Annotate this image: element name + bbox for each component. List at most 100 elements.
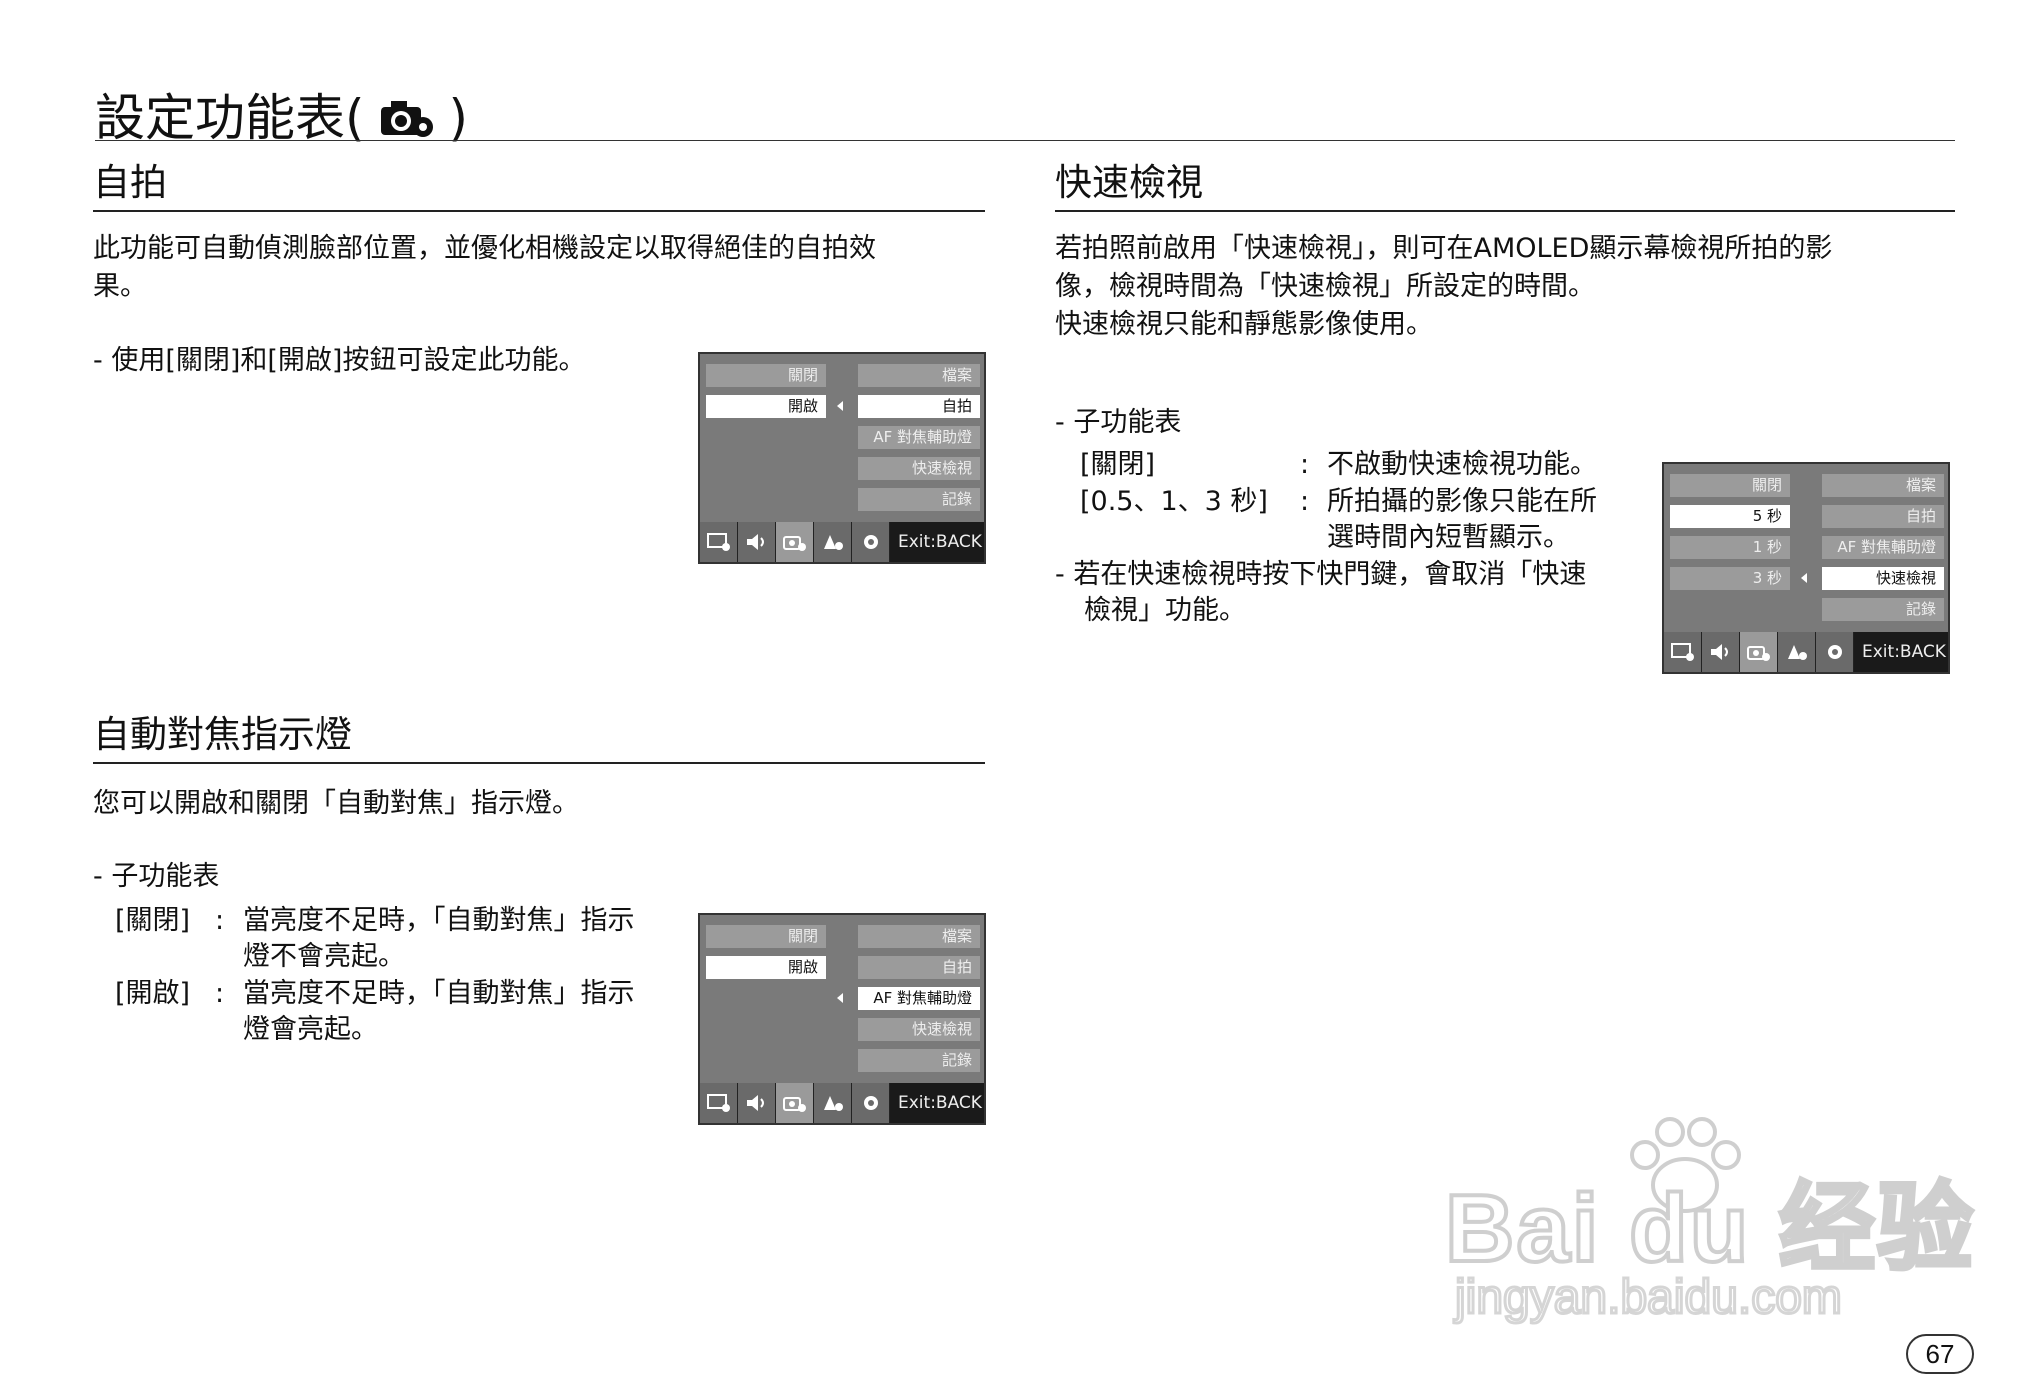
qv-item-off-line1: 不啟動快速檢視功能。 xyxy=(1327,449,1597,480)
exit-back-label[interactable]: Exit:BACK xyxy=(1862,632,1946,672)
tab-camera-settings[interactable] xyxy=(776,522,814,562)
menu-tab-bar: Exit:BACK xyxy=(700,522,984,562)
tab-sound[interactable] xyxy=(738,1083,776,1123)
menu-quick-view[interactable]: 快速檢視 xyxy=(858,1018,980,1041)
tab-scene[interactable] xyxy=(814,1083,852,1123)
tab-setup[interactable] xyxy=(852,1083,890,1123)
af-item-off-colon: : xyxy=(215,905,225,936)
page-number: 67 xyxy=(1906,1334,1974,1374)
selfie-desc-line2: 果。 xyxy=(93,271,147,302)
af-lamp-rule xyxy=(93,762,985,764)
af-lamp-submenu-label: - 子功能表 xyxy=(93,861,220,892)
qv-item-time-line1: 所拍攝的影像只能在所 xyxy=(1327,486,1597,517)
display-icon xyxy=(707,533,730,551)
menu-selfie[interactable]: 自拍 xyxy=(858,395,980,418)
selection-arrow-icon xyxy=(837,401,843,411)
watermark-brand: Bai du 经验 xyxy=(1443,1173,1976,1284)
tab-setup[interactable] xyxy=(852,522,890,562)
menu-selfie[interactable]: 自拍 xyxy=(1822,505,1944,528)
menu-af-lamp[interactable]: AF 對焦輔助燈 xyxy=(858,987,980,1010)
quick-view-desc-line1: 若拍照前啟用「快速檢視」，則可在AMOLED顯示幕檢視所拍的影 xyxy=(1055,233,1833,264)
selfie-heading: 自拍 xyxy=(93,161,167,204)
qv-note-line1: - 若在快速檢視時按下快門鍵，會取消「快速 xyxy=(1055,559,1587,590)
qv-item-time-line2: 選時間內短暫顯示。 xyxy=(1327,522,1570,553)
option-off[interactable]: 關閉 xyxy=(706,925,826,948)
af-item-off-line1: 當亮度不足時，「自動對焦」指示 xyxy=(243,905,635,936)
menu-record[interactable]: 記錄 xyxy=(1822,598,1944,621)
scene-icon xyxy=(824,535,843,550)
baidu-watermark: Bai du 经验 jingyan.baidu.com xyxy=(1443,1110,1975,1335)
selfie-menu-screen: 關閉 開啟 檔案 自拍 AF 對焦輔助燈 快速檢視 記錄 Exit:BACK xyxy=(698,352,986,564)
tab-camera-settings[interactable] xyxy=(1740,632,1778,672)
option-on[interactable]: 開啟 xyxy=(706,956,826,979)
quick-view-heading: 快速檢視 xyxy=(1055,161,1203,204)
tab-camera-settings[interactable] xyxy=(776,1083,814,1123)
scene-icon xyxy=(824,1096,843,1111)
option-on[interactable]: 開啟 xyxy=(706,395,826,418)
menu-file[interactable]: 檔案 xyxy=(1822,474,1944,497)
quick-view-rule xyxy=(1055,210,1955,212)
gear-icon xyxy=(864,535,878,549)
title-rule xyxy=(95,140,1955,141)
quick-view-menu-screen: 關閉 5 秒 1 秒 3 秒 檔案 自拍 AF 對焦輔助燈 快速檢視 記錄 Ex… xyxy=(1662,462,1950,674)
menu-file[interactable]: 檔案 xyxy=(858,925,980,948)
camera-settings-icon xyxy=(379,92,435,152)
af-lamp-heading: 自動對焦指示燈 xyxy=(93,713,352,756)
af-item-off-line2: 燈不會亮起。 xyxy=(243,941,405,972)
option-3-sec[interactable]: 3 秒 xyxy=(1670,567,1790,590)
menu-tab-bar: Exit:BACK xyxy=(1664,632,1948,672)
menu-record[interactable]: 記錄 xyxy=(858,1049,980,1072)
menu-tab-bar: Exit:BACK xyxy=(700,1083,984,1123)
speaker-icon xyxy=(1711,644,1728,660)
menu-af-lamp[interactable]: AF 對焦輔助燈 xyxy=(858,426,980,449)
tab-scene[interactable] xyxy=(1778,632,1816,672)
af-lamp-menu-screen: 關閉 開啟 檔案 自拍 AF 對焦輔助燈 快速檢視 記錄 Exit:BACK xyxy=(698,913,986,1125)
selfie-bullet: - 使用[關閉]和[開啟]按鈕可設定此功能。 xyxy=(93,345,586,376)
tab-display[interactable] xyxy=(1664,632,1702,672)
tab-display[interactable] xyxy=(700,1083,738,1123)
af-item-on-colon: : xyxy=(215,978,225,1009)
af-item-on-key: [開啟] xyxy=(115,978,191,1009)
menu-file[interactable]: 檔案 xyxy=(858,364,980,387)
menu-af-lamp[interactable]: AF 對焦輔助燈 xyxy=(1822,536,1944,559)
selection-arrow-icon xyxy=(1801,573,1807,583)
display-icon xyxy=(1671,643,1694,661)
af-item-off-key: [關閉] xyxy=(115,905,191,936)
menu-record[interactable]: 記錄 xyxy=(858,488,980,511)
exit-back-label[interactable]: Exit:BACK xyxy=(898,1083,982,1123)
selfie-desc-line1: 此功能可自動偵測臉部位置，並優化相機設定以取得絕佳的自拍效 xyxy=(93,233,876,264)
selfie-rule xyxy=(93,210,985,212)
quick-view-desc-line2: 像，檢視時間為「快速檢視」所設定的時間。 xyxy=(1055,271,1595,302)
selection-arrow-icon xyxy=(837,993,843,1003)
quick-view-submenu-label: - 子功能表 xyxy=(1055,407,1182,438)
tab-scene[interactable] xyxy=(814,522,852,562)
qv-item-off-key: [關閉] xyxy=(1080,449,1156,480)
page-title-prefix: 設定功能表( xyxy=(95,89,365,147)
af-item-on-line1: 當亮度不足時，「自動對焦」指示 xyxy=(243,978,635,1009)
camera-icon xyxy=(783,536,806,551)
gear-icon xyxy=(864,1096,878,1110)
option-off[interactable]: 關閉 xyxy=(1670,474,1790,497)
gear-icon xyxy=(1828,645,1842,659)
menu-selfie[interactable]: 自拍 xyxy=(858,956,980,979)
option-5-sec[interactable]: 5 秒 xyxy=(1670,505,1790,528)
option-1-sec[interactable]: 1 秒 xyxy=(1670,536,1790,559)
tab-sound[interactable] xyxy=(738,522,776,562)
menu-quick-view[interactable]: 快速檢視 xyxy=(858,457,980,480)
exit-back-label[interactable]: Exit:BACK xyxy=(898,522,982,562)
menu-quick-view[interactable]: 快速檢視 xyxy=(1822,567,1944,590)
qv-item-off-colon: : xyxy=(1300,449,1310,480)
tab-sound[interactable] xyxy=(1702,632,1740,672)
speaker-icon xyxy=(747,1095,764,1111)
camera-icon xyxy=(783,1097,806,1112)
tab-display[interactable] xyxy=(700,522,738,562)
watermark-url: jingyan.baidu.com xyxy=(1454,1270,1844,1326)
camera-icon xyxy=(1747,646,1770,661)
page-title-suffix: ) xyxy=(448,89,469,147)
tab-setup[interactable] xyxy=(1816,632,1854,672)
af-lamp-desc: 您可以開啟和關閉「自動對焦」指示燈。 xyxy=(93,788,579,819)
speaker-icon xyxy=(747,534,764,550)
qv-item-time-colon: : xyxy=(1300,486,1310,517)
option-off[interactable]: 關閉 xyxy=(706,364,826,387)
af-item-on-line2: 燈會亮起。 xyxy=(243,1014,378,1045)
